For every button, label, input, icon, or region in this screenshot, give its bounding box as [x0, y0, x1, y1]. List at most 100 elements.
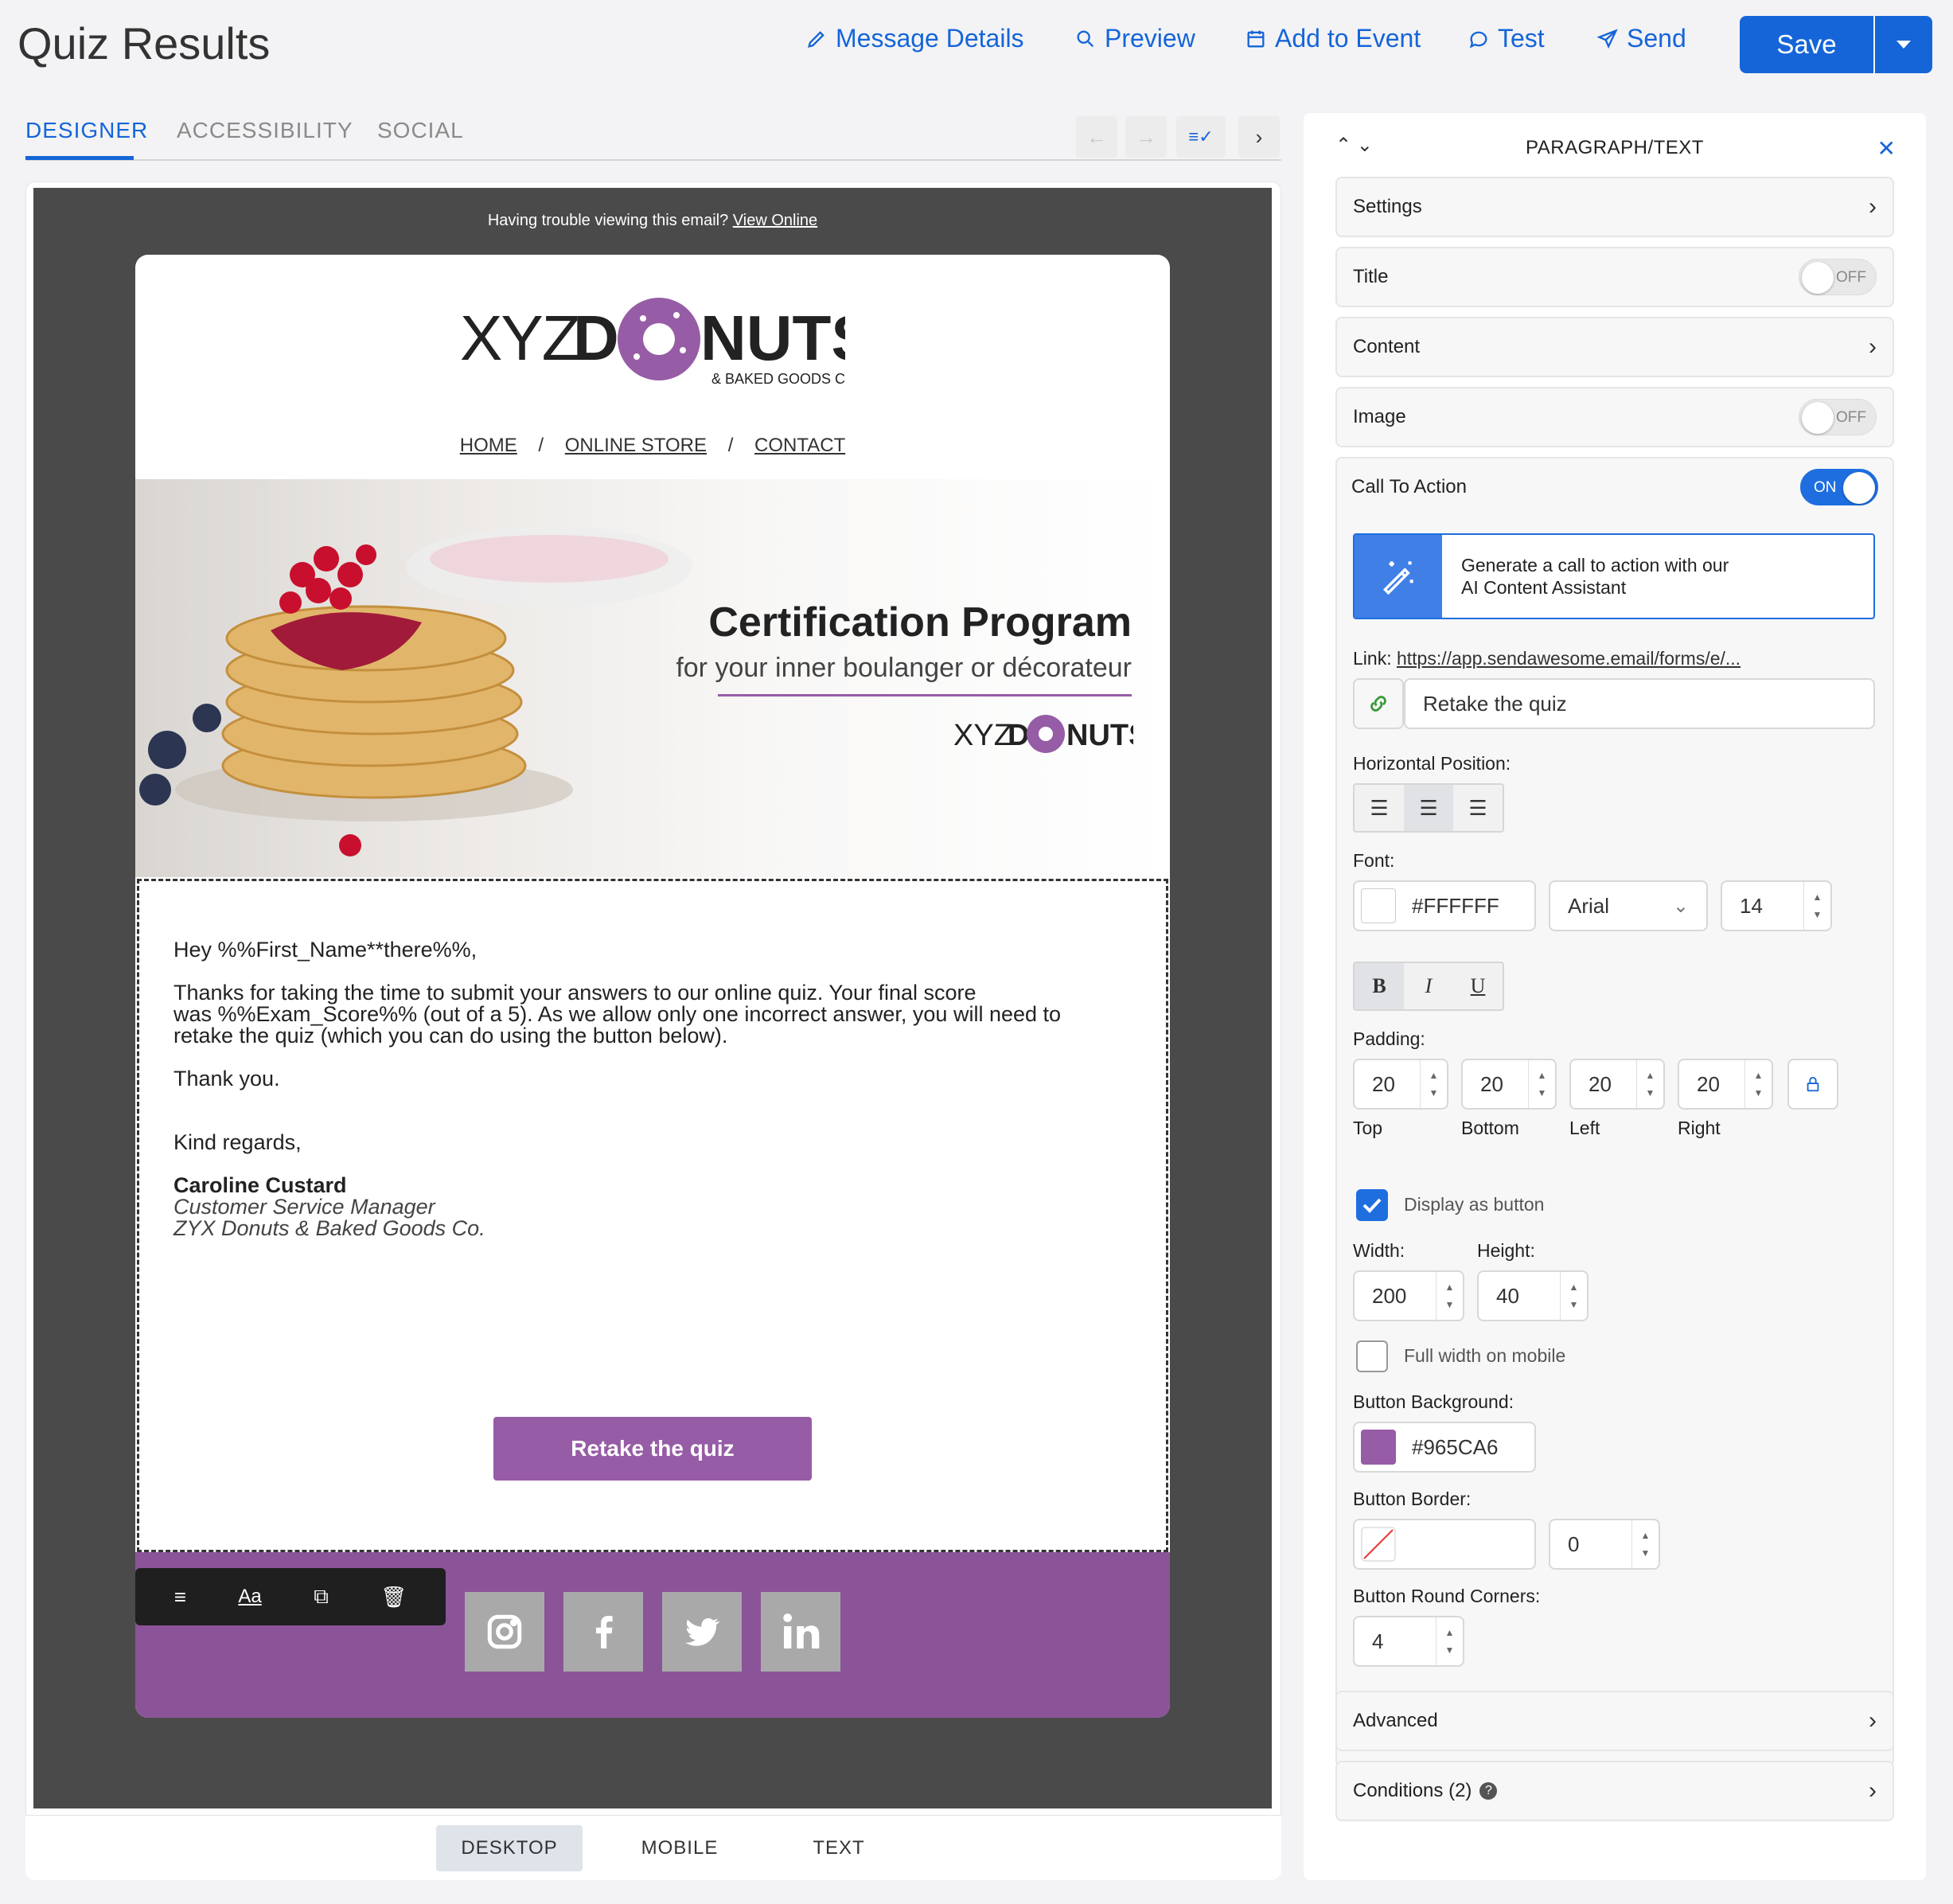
svg-text:& BAKED GOODS CO.: & BAKED GOODS CO. — [711, 371, 845, 387]
font-color-input[interactable]: #FFFFFF — [1353, 880, 1536, 931]
mobile-view-button[interactable]: MOBILE — [606, 1825, 753, 1871]
instagram-icon[interactable] — [465, 1592, 544, 1672]
full-width-mobile-checkbox[interactable] — [1356, 1340, 1388, 1372]
link-icon — [1370, 696, 1386, 712]
nav-home-link[interactable]: HOME — [460, 435, 517, 456]
panel-title: PARAGRAPH/TEXT — [1526, 137, 1704, 158]
view-online-link[interactable]: View Online — [733, 212, 817, 229]
tab-social[interactable]: SOCIAL — [377, 118, 464, 143]
undo-button[interactable]: ← — [1076, 116, 1117, 158]
brand-logo: XYZ D NUTS & BAKED GOODS CO. — [460, 298, 845, 387]
message-details-link[interactable]: Message Details — [805, 24, 1024, 53]
cta-header: Call To Action ON — [1335, 457, 1894, 517]
hero-banner[interactable]: Certification Program for your inner bou… — [135, 479, 1170, 877]
send-link[interactable]: Send — [1596, 24, 1686, 53]
magic-wand-icon — [1355, 535, 1442, 618]
button-border-color-input[interactable] — [1353, 1519, 1536, 1570]
border-width-stepper[interactable]: 0 ▲ ▼ — [1549, 1519, 1660, 1570]
tab-designer[interactable]: DESIGNER — [25, 118, 148, 143]
calendar-icon — [1247, 30, 1265, 47]
duplicate-icon[interactable]: ⧉ — [314, 1584, 329, 1609]
linkedin-icon[interactable] — [761, 1592, 840, 1672]
padding-top-stepper[interactable]: 20 ▲ ▼ — [1353, 1059, 1448, 1110]
svg-text:NUTS: NUTS — [700, 302, 845, 373]
settings-section[interactable]: Settings › — [1335, 177, 1894, 237]
align-right-icon[interactable]: ☰ — [1453, 785, 1503, 831]
chat-icon — [1469, 31, 1487, 49]
link-text-input[interactable]: Retake the quiz — [1404, 678, 1875, 729]
email-nav: HOME / ONLINE STORE / CONTACT — [459, 435, 846, 456]
padding-right-stepper[interactable]: 20 ▲ ▼ — [1678, 1059, 1773, 1110]
italic-button[interactable]: I — [1404, 963, 1453, 1009]
svg-text:D: D — [1008, 719, 1029, 752]
redo-button[interactable]: → — [1125, 116, 1167, 158]
display-as-button-checkbox[interactable] — [1356, 1189, 1388, 1221]
image-toggle[interactable]: OFF — [1799, 399, 1877, 435]
arrow-left-icon: ← — [1086, 124, 1107, 149]
svg-text:XYZ: XYZ — [953, 719, 1012, 752]
button-bg-label: Button Background: — [1353, 1391, 1514, 1412]
preview-link[interactable]: Preview — [1074, 24, 1195, 53]
trash-icon[interactable]: 🗑 — [380, 1585, 407, 1609]
regards-text: Kind regards, — [173, 1130, 302, 1154]
link-picker-button[interactable] — [1353, 678, 1404, 729]
active-tab-indicator — [25, 156, 134, 160]
retake-quiz-button[interactable]: Retake the quiz — [493, 1417, 812, 1481]
conditions-section[interactable]: Conditions (2) ? › — [1335, 1761, 1894, 1821]
bold-button[interactable]: B — [1355, 963, 1404, 1009]
down-arrow-icon: ▼ — [1812, 909, 1822, 920]
save-button[interactable]: Save — [1740, 16, 1873, 73]
save-dropdown-button[interactable] — [1875, 16, 1932, 73]
padding-bottom-stepper[interactable]: 20 ▲ ▼ — [1461, 1059, 1557, 1110]
height-label: Height: — [1477, 1240, 1535, 1261]
padding-label: Padding: — [1353, 1028, 1425, 1049]
test-link[interactable]: Test — [1468, 24, 1545, 53]
help-icon[interactable]: ? — [1479, 1782, 1498, 1800]
font-label: Font: — [1353, 850, 1395, 871]
align-left-icon[interactable]: ☰ — [1355, 785, 1404, 831]
cta-toggle[interactable]: ON — [1800, 469, 1878, 505]
close-icon[interactable]: ✕ — [1877, 135, 1896, 162]
link-url[interactable]: https://app.sendawesome.email/forms/e/..… — [1397, 648, 1741, 669]
text-view-button[interactable]: TEXT — [766, 1825, 912, 1871]
content-section[interactable]: Content › — [1335, 317, 1894, 377]
round-corners-label: Button Round Corners: — [1353, 1586, 1541, 1606]
ai-content-assistant-button[interactable]: Generate a call to action with our AI Co… — [1353, 533, 1875, 619]
button-bg-color-input[interactable]: #965CA6 — [1353, 1422, 1536, 1473]
view-online-bar: Having trouble viewing this email? View … — [487, 212, 818, 229]
desktop-view-button[interactable]: DESKTOP — [436, 1825, 583, 1871]
nav-online-store-link[interactable]: ONLINE STORE — [565, 435, 707, 456]
nav-contact-link[interactable]: CONTACT — [754, 435, 845, 456]
page-title: Quiz Results — [18, 18, 271, 68]
tab-accessibility[interactable]: ACCESSIBILITY — [177, 118, 353, 143]
add-to-event-link[interactable]: Add to Event — [1245, 24, 1421, 53]
align-center-icon[interactable]: ☰ — [1404, 785, 1453, 831]
advanced-section[interactable]: Advanced › — [1335, 1691, 1894, 1751]
title-toggle[interactable]: OFF — [1799, 259, 1877, 295]
lock-icon — [1807, 1076, 1819, 1092]
round-corners-stepper[interactable]: 4 ▲ ▼ — [1353, 1616, 1464, 1667]
checkmark-icon — [1362, 1198, 1382, 1213]
align-icon[interactable]: ≡ — [174, 1585, 186, 1609]
padding-left-stepper[interactable]: 20 ▲ ▼ — [1569, 1059, 1665, 1110]
thanks-text: Thank you. — [173, 1067, 280, 1091]
font-size-stepper[interactable]: 14 ▲ ▼ — [1721, 880, 1832, 931]
chevron-right-icon: › — [1869, 1777, 1877, 1804]
padding-lock-button[interactable] — [1787, 1059, 1838, 1110]
hero-divider — [718, 694, 1132, 696]
collapse-panel-button[interactable]: › — [1238, 116, 1280, 158]
view-mode-bar: DESKTOP MOBILE TEXT — [25, 1815, 1281, 1880]
width-stepper[interactable]: 200 ▲ ▼ — [1353, 1270, 1464, 1321]
font-family-select[interactable]: Arial ⌄ — [1549, 880, 1708, 931]
spellcheck-button[interactable]: ≡✓ — [1176, 116, 1226, 158]
twitter-icon[interactable] — [662, 1592, 742, 1672]
text-format-icon[interactable]: Aa — [238, 1586, 261, 1608]
text-check-icon: ≡✓ — [1188, 127, 1214, 146]
height-stepper[interactable]: 40 ▲ ▼ — [1477, 1270, 1589, 1321]
chevron-right-icon: › — [1255, 124, 1263, 149]
svg-text:NUTS: NUTS — [1066, 719, 1133, 752]
underline-button[interactable]: U — [1453, 963, 1503, 1009]
facebook-icon[interactable] — [563, 1592, 643, 1672]
signature-company: ZYX Donuts & Baked Goods Co. — [173, 1216, 485, 1240]
arrow-right-icon: → — [1136, 124, 1156, 149]
